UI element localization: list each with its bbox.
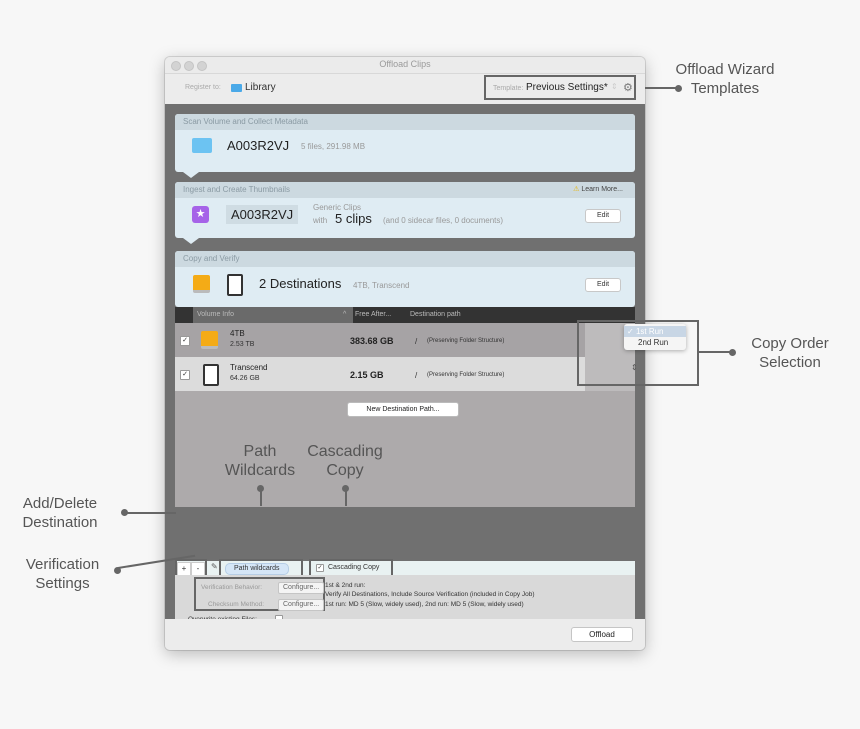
title-bar: Offload Clips <box>165 57 645 74</box>
copy-header: Copy and Verify <box>175 251 635 267</box>
hard-drive-icon <box>201 331 218 349</box>
folder-icon <box>231 84 242 92</box>
ingest-volume-name: A003R2VJ <box>226 205 299 224</box>
annotation-dot <box>729 349 736 356</box>
step-connector <box>183 172 199 178</box>
updown-arrows-icon: ⇕ <box>611 82 618 91</box>
destinations-title: 2 Destinations <box>259 276 342 291</box>
sd-card-icon <box>227 274 243 296</box>
dropdown-option-1st-run[interactable]: ✓ 1st Run <box>624 326 686 337</box>
verification-annotation: Verification Settings <box>25 556 100 592</box>
copy-edit-button[interactable]: Edit <box>585 278 621 292</box>
new-destination-path-button[interactable]: New Destination Path... <box>347 402 459 417</box>
star-icon: ★ <box>192 206 209 223</box>
column-destination-path[interactable]: Destination path <box>410 311 461 318</box>
register-to-label: Register to: <box>185 84 221 91</box>
warning-icon: ⚠ <box>573 186 580 193</box>
verification-configure-button[interactable]: Configure... <box>278 582 325 594</box>
volume-name: 4TB <box>230 329 245 338</box>
ingest-card: Ingest and Create Thumbnails ⚠ Learn Mor… <box>175 182 635 238</box>
free-after: 383.68 GB <box>350 336 394 346</box>
annotation-dot <box>675 85 682 92</box>
gear-icon[interactable]: ⚙ <box>623 81 633 94</box>
annotation-line <box>124 512 176 514</box>
template-label: Template: <box>493 85 524 92</box>
library-selector[interactable]: Library <box>245 82 276 93</box>
learn-more-label: Learn More... <box>581 186 623 193</box>
destination-path-note: (Preserving Folder Structure) <box>427 338 505 344</box>
destinations-bottom-bar: + - ✎ Path wildcards ✓ Cascading Copy <box>175 559 635 577</box>
annotation-line <box>260 488 262 506</box>
checksum-text: 1st run: MD 5 (Slow, widely used), 2nd r… <box>325 601 524 608</box>
ingest-detail: (and 0 sidecar files, 0 documents) <box>383 216 504 225</box>
window-title: Offload Clips <box>379 59 431 69</box>
verification-text-1: 1st & 2nd run: <box>325 582 366 589</box>
pencil-icon: ✎ <box>211 562 218 571</box>
dropdown-option-2nd-run[interactable]: 2nd Run <box>624 337 686 348</box>
template-annotation-box: Template: Previous Settings* ⇕ ⚙ <box>484 75 636 100</box>
volume-size: 2.53 TB <box>230 341 255 348</box>
cascading-copy-annotation: Cascading Copy <box>307 443 383 479</box>
destination-path-note: (Preserving Folder Structure) <box>427 372 505 378</box>
ingest-clip-count: 5 clips <box>335 211 372 226</box>
template-select[interactable]: Previous Settings* <box>526 82 608 93</box>
destination-path: / <box>415 337 418 346</box>
ingest-edit-button[interactable]: Edit <box>585 209 621 223</box>
sd-card-icon <box>203 364 219 386</box>
step-connector <box>183 238 199 244</box>
add-delete-annotation: Add/Delete Destination <box>22 495 98 531</box>
ingest-header-label: Ingest and Create Thumbnails <box>183 185 291 194</box>
hard-drive-icon <box>193 275 210 293</box>
volume-size: 64.26 GB <box>230 375 260 382</box>
offload-clips-window: Offload Clips Register to: Library Templ… <box>165 57 645 650</box>
volume-name: Transcend <box>230 363 268 372</box>
destinations-summary: 4TB, Transcend <box>353 281 410 290</box>
annotation-dot <box>114 567 121 574</box>
row-checkbox[interactable]: ✓ <box>180 370 190 380</box>
scan-header: Scan Volume and Collect Metadata <box>175 114 635 130</box>
offload-button[interactable]: Offload <box>571 627 633 642</box>
destinations-table: Volume Info ^ Free After... Destination … <box>175 307 635 507</box>
dropdown-option-label: 1st Run <box>635 327 664 336</box>
verification-behavior-label: Verification Behavior: <box>201 584 263 591</box>
annotation-dot <box>121 509 128 516</box>
copy-order-dropdown[interactable]: ✓ 1st Run 2nd Run <box>624 324 686 350</box>
copy-card: Copy and Verify 2 Destinations 4TB, Tran… <box>175 251 635 307</box>
table-row[interactable]: ✓ 4TB 2.53 TB 383.68 GB / (Preserving Fo… <box>175 323 605 357</box>
learn-more-link[interactable]: ⚠ Learn More... <box>573 182 623 198</box>
scan-volume-name: A003R2VJ <box>227 138 290 153</box>
scan-summary: 5 files, 291.98 MB <box>301 142 366 151</box>
checksum-configure-button[interactable]: Configure... <box>278 599 325 611</box>
destination-path: / <box>415 371 418 380</box>
column-volume-info-label: Volume Info <box>197 311 234 318</box>
verification-text-2: Verify All Destinations, Include Source … <box>325 591 535 598</box>
column-volume-info[interactable]: Volume Info ^ <box>193 307 353 323</box>
wizard-content: Scan Volume and Collect Metadata A003R2V… <box>165 104 645 650</box>
free-after: 2.15 GB <box>350 370 384 380</box>
path-wildcards-annotation: Path Wildcards <box>224 443 296 479</box>
templates-annotation: Offload Wizard Templates <box>675 61 775 97</box>
updown-arrows-icon: ⇕ <box>631 363 638 372</box>
toolbar: Register to: Library Template: Previous … <box>165 74 645 104</box>
checkmark-icon: ✓ <box>627 327 634 336</box>
ingest-with-label: with <box>313 216 328 225</box>
scan-card: Scan Volume and Collect Metadata A003R2V… <box>175 114 635 172</box>
ingest-header: Ingest and Create Thumbnails ⚠ Learn Mor… <box>175 182 635 198</box>
folder-icon <box>192 138 212 153</box>
table-row[interactable]: ✓ Transcend 64.26 GB 2.15 GB / (Preservi… <box>175 357 603 391</box>
copy-order-annotation: Copy Order Selection <box>751 335 829 371</box>
row-checkbox[interactable]: ✓ <box>180 336 190 346</box>
table-header: Volume Info ^ Free After... Destination … <box>175 307 635 323</box>
annotation-line <box>345 488 347 506</box>
sort-ascending-icon: ^ <box>343 311 347 318</box>
footer: Offload <box>165 619 645 650</box>
checksum-method-label: Checksum Method: <box>208 601 264 608</box>
column-free-after[interactable]: Free After... <box>355 311 391 318</box>
